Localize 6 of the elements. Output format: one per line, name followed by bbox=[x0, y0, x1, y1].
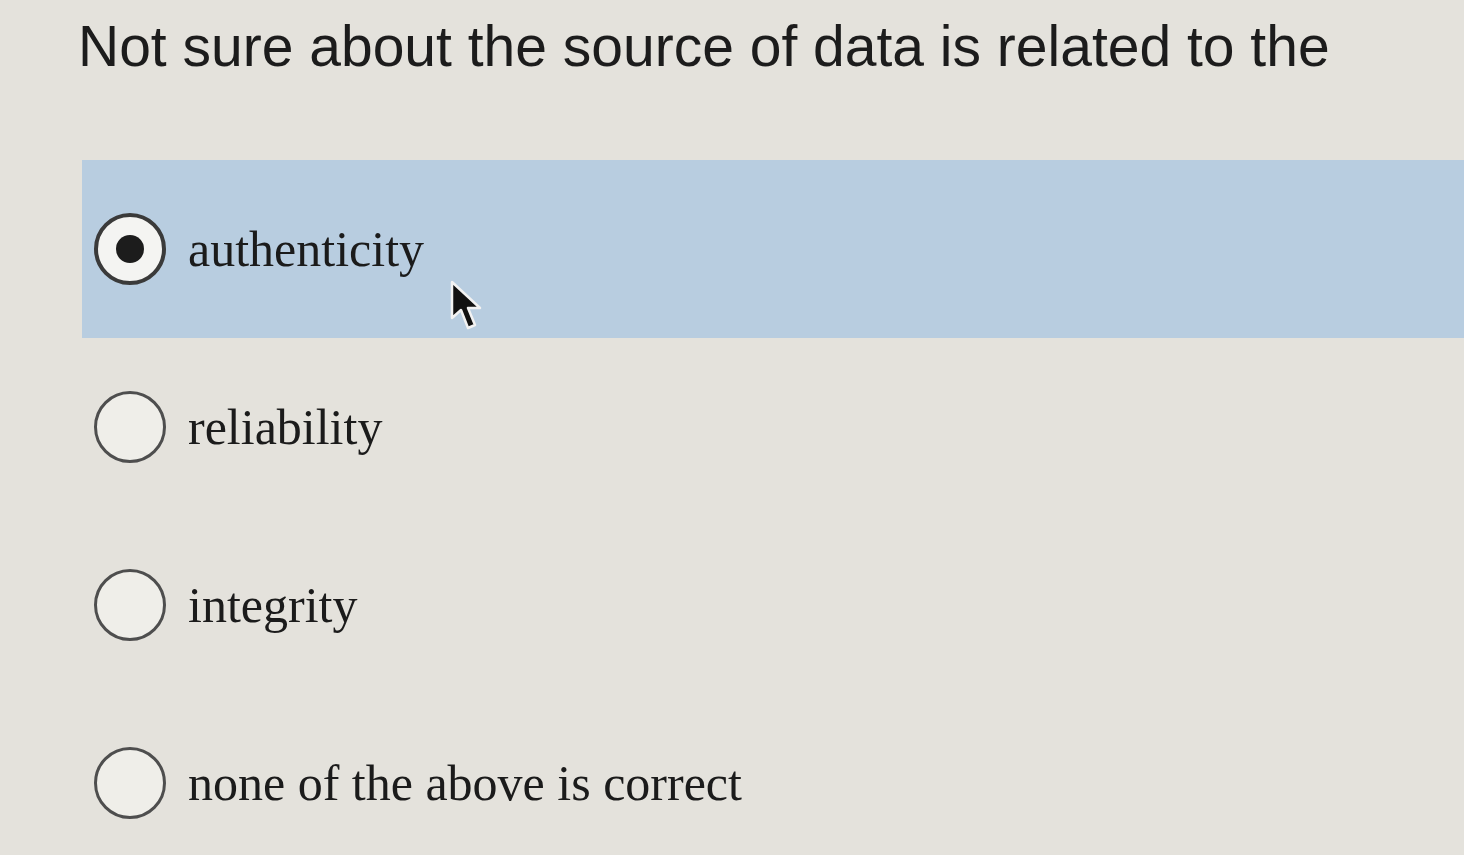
question-text: Not sure about the source of data is related to the bbox=[78, 13, 1330, 80]
option-label: authenticity bbox=[188, 220, 425, 279]
option-label: reliability bbox=[188, 398, 383, 457]
mouse-cursor-icon bbox=[450, 280, 484, 332]
option-label: none of the above is correct bbox=[188, 754, 742, 813]
option-label: integrity bbox=[188, 576, 358, 635]
